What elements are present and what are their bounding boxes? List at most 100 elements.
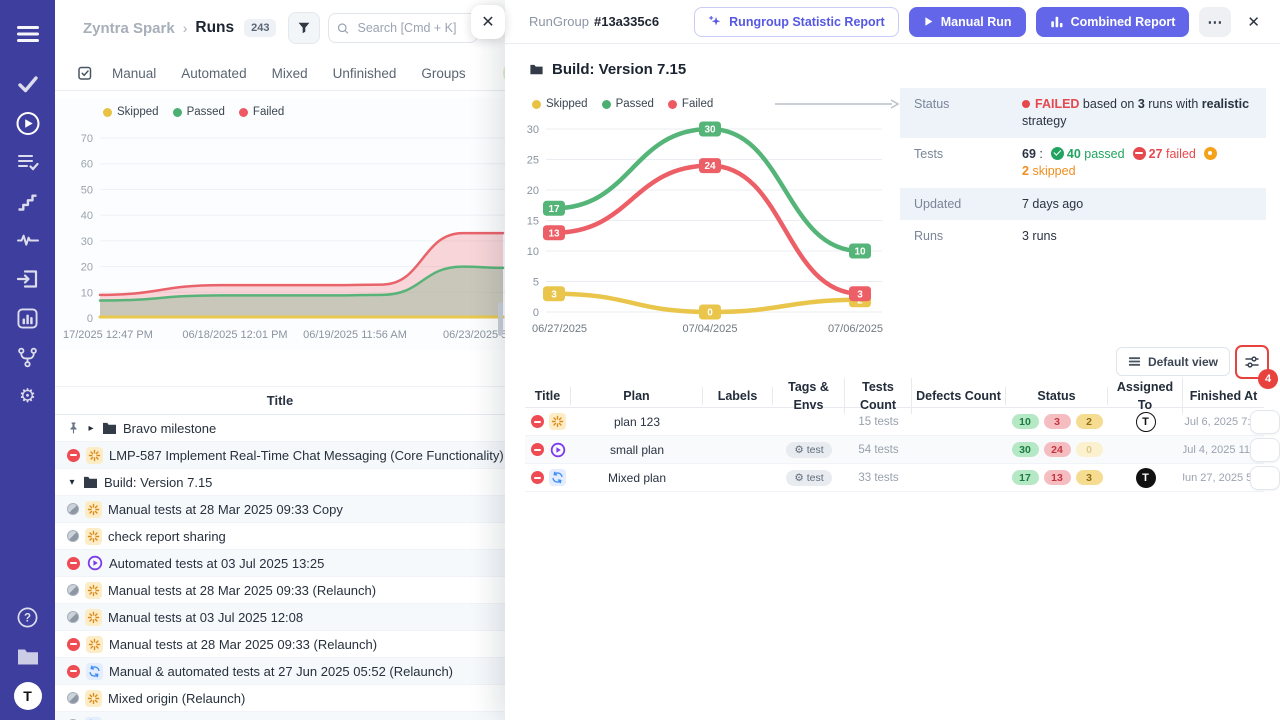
list-run-row[interactable] (55, 712, 505, 720)
sidebar-item-gear[interactable]: ⚙ (15, 383, 41, 409)
search-input[interactable] (355, 20, 469, 36)
runs-header: Zyntra Spark › Runs 243 (83, 8, 497, 48)
gear-icon: ⚙ (794, 444, 803, 456)
sidebar-item-pulse[interactable] (15, 227, 41, 253)
sidebar-item-branch[interactable] (15, 344, 41, 370)
table-row[interactable]: small plan⚙test54 tests30240Jul 4, 2025 … (525, 436, 1264, 464)
tab-mixed[interactable]: Mixed (272, 66, 308, 81)
drawer-close-button[interactable]: ✕ (1241, 9, 1266, 35)
more-actions-button[interactable]: ⋯ (1199, 7, 1231, 37)
svg-text:5: 5 (533, 277, 539, 289)
sidebar-item-steps[interactable] (15, 188, 41, 214)
tab-manual[interactable]: Manual (112, 66, 156, 81)
legend-item-skipped[interactable]: Skipped (532, 98, 588, 110)
breadcrumb-project[interactable]: Zyntra Spark (83, 20, 175, 37)
search-box[interactable] (328, 13, 478, 43)
detail-row-tests: Tests 69 :40 passed27 failed2 skipped (900, 138, 1266, 188)
sidebar-item-help[interactable]: ? (15, 605, 41, 631)
rungroup-runs-table: TitlePlanLabelsTags & EnvsTests CountDef… (525, 378, 1264, 492)
tag-pill[interactable]: ⚙test (786, 442, 831, 458)
svg-text:06/27/2025: 06/27/2025 (532, 323, 587, 335)
mixed-run-icon (86, 663, 103, 680)
run-title: Manual tests at 28 Mar 2025 09:33 Copy (108, 502, 343, 517)
list-run-row[interactable]: Manual tests at 28 Mar 2025 09:33 (Relau… (55, 631, 505, 658)
list-run-row[interactable]: Mixed origin (Relaunch) (55, 685, 505, 712)
list-run-row[interactable]: Manual tests at 28 Mar 2025 09:33 (Relau… (55, 577, 505, 604)
table-row[interactable]: Mixed plan⚙test33 tests17133TJun 27, 202… (525, 464, 1264, 492)
close-icon: ✕ (1247, 14, 1260, 31)
svg-text:17/2025 12:47 PM: 17/2025 12:47 PM (63, 329, 153, 341)
default-view-button[interactable]: Default view (1116, 347, 1230, 376)
manual-run-button[interactable]: Manual Run (909, 7, 1026, 37)
tests-count: 33 tests (858, 472, 898, 484)
legend-item-failed[interactable]: Failed (239, 106, 284, 118)
column-title[interactable]: Title (525, 387, 571, 405)
status-progress-icon (67, 692, 79, 704)
assignee-avatar[interactable]: T (1136, 468, 1156, 488)
plan-name: small plan (610, 443, 664, 457)
failed-minus-icon (1133, 147, 1146, 160)
tests-count: 54 tests (858, 444, 898, 456)
legend-item-passed[interactable]: Passed (173, 106, 225, 118)
list-group-row[interactable]: ▸ Bravo milestone (55, 415, 505, 442)
rungroup-details: Status FAILED based on 3 runs with reali… (900, 88, 1266, 253)
chevron-down-icon[interactable]: ▾ (67, 477, 77, 488)
automated-run-icon (86, 555, 103, 572)
chevron-right-icon[interactable]: ▸ (86, 423, 96, 434)
combined-report-button[interactable]: Combined Report (1036, 7, 1190, 37)
tab-groups[interactable]: Groups (421, 66, 465, 81)
legend-item-skipped[interactable]: Skipped (103, 106, 159, 118)
legend-item-passed[interactable]: Passed (602, 98, 654, 110)
row-actions-button[interactable] (1250, 466, 1280, 490)
sidebar-item-play-circle[interactable] (15, 110, 41, 136)
sidebar-item-box-arrow[interactable] (15, 266, 41, 292)
column-labels[interactable]: Labels (703, 387, 773, 405)
plan-name: plan 123 (614, 415, 660, 429)
sidebar-item-folder[interactable] (15, 644, 41, 670)
row-actions-button[interactable] (1250, 410, 1280, 434)
drawer-actions: Rungroup Statistic Report Manual Run Com… (694, 7, 1266, 37)
legend-item-failed[interactable]: Failed (668, 98, 713, 110)
list-run-row[interactable]: check report sharing (55, 523, 505, 550)
panel-scrollbar[interactable] (498, 302, 503, 336)
svg-text:50: 50 (81, 184, 93, 196)
status-failed-icon (67, 665, 80, 678)
drawer-close-floating-button[interactable]: ✕ (471, 5, 505, 39)
status-badge-red: 13 (1044, 470, 1071, 485)
legend-dot-icon (532, 100, 541, 109)
rungroup-statistic-report-button[interactable]: Rungroup Statistic Report (694, 7, 899, 37)
column-status[interactable]: Status (1006, 387, 1108, 405)
list-run-row[interactable]: LMP-587 Implement Real-Time Chat Messagi… (55, 442, 505, 469)
list-run-row[interactable]: Manual tests at 03 Jul 2025 12:08 (55, 604, 505, 631)
filter-button[interactable] (288, 12, 320, 44)
tab-automated[interactable]: Automated (181, 66, 246, 81)
user-avatar[interactable]: T (14, 682, 42, 710)
runs-table-toolbar: Default view 4 (1116, 347, 1266, 376)
list-group-row[interactable]: ▾Build: Version 7.15 (55, 469, 505, 496)
tab-unfinished[interactable]: Unfinished (333, 66, 397, 81)
tags-cell: ⚙test (773, 470, 845, 486)
column-defects-count[interactable]: Defects Count (912, 387, 1006, 405)
sidebar-item-check[interactable] (15, 71, 41, 97)
status-failed-icon (67, 557, 80, 570)
table-row[interactable]: plan 12315 tests1032TJul 6, 2025 7:40 (525, 408, 1264, 436)
column-plan[interactable]: Plan (571, 387, 703, 405)
list-run-row[interactable]: Automated tests at 03 Jul 2025 13:25 (55, 550, 505, 577)
svg-text:30: 30 (81, 236, 93, 248)
list-run-row[interactable]: Manual & automated tests at 27 Jun 2025 … (55, 658, 505, 685)
row-actions-button[interactable] (1250, 438, 1280, 462)
sidebar-item-bar-chart[interactable] (15, 305, 41, 331)
assignee-avatar[interactable]: T (1136, 412, 1156, 432)
svg-text:07/06/2025: 07/06/2025 (828, 323, 883, 335)
list-run-row[interactable]: Manual tests at 28 Mar 2025 09:33 Copy (55, 496, 505, 523)
sidebar: ⚙? T (0, 0, 55, 720)
run-title: Bravo milestone (123, 421, 216, 436)
column-finished-at[interactable]: Finished At (1183, 387, 1264, 405)
ellipsis-icon: ⋯ (1207, 13, 1223, 31)
status-failed-icon (531, 443, 544, 456)
sidebar-item-list-check[interactable] (15, 149, 41, 175)
sidebar-item-menu[interactable] (15, 21, 41, 47)
select-runs-icon[interactable] (77, 65, 93, 81)
tag-pill[interactable]: ⚙test (786, 470, 831, 486)
svg-text:20: 20 (527, 185, 539, 197)
